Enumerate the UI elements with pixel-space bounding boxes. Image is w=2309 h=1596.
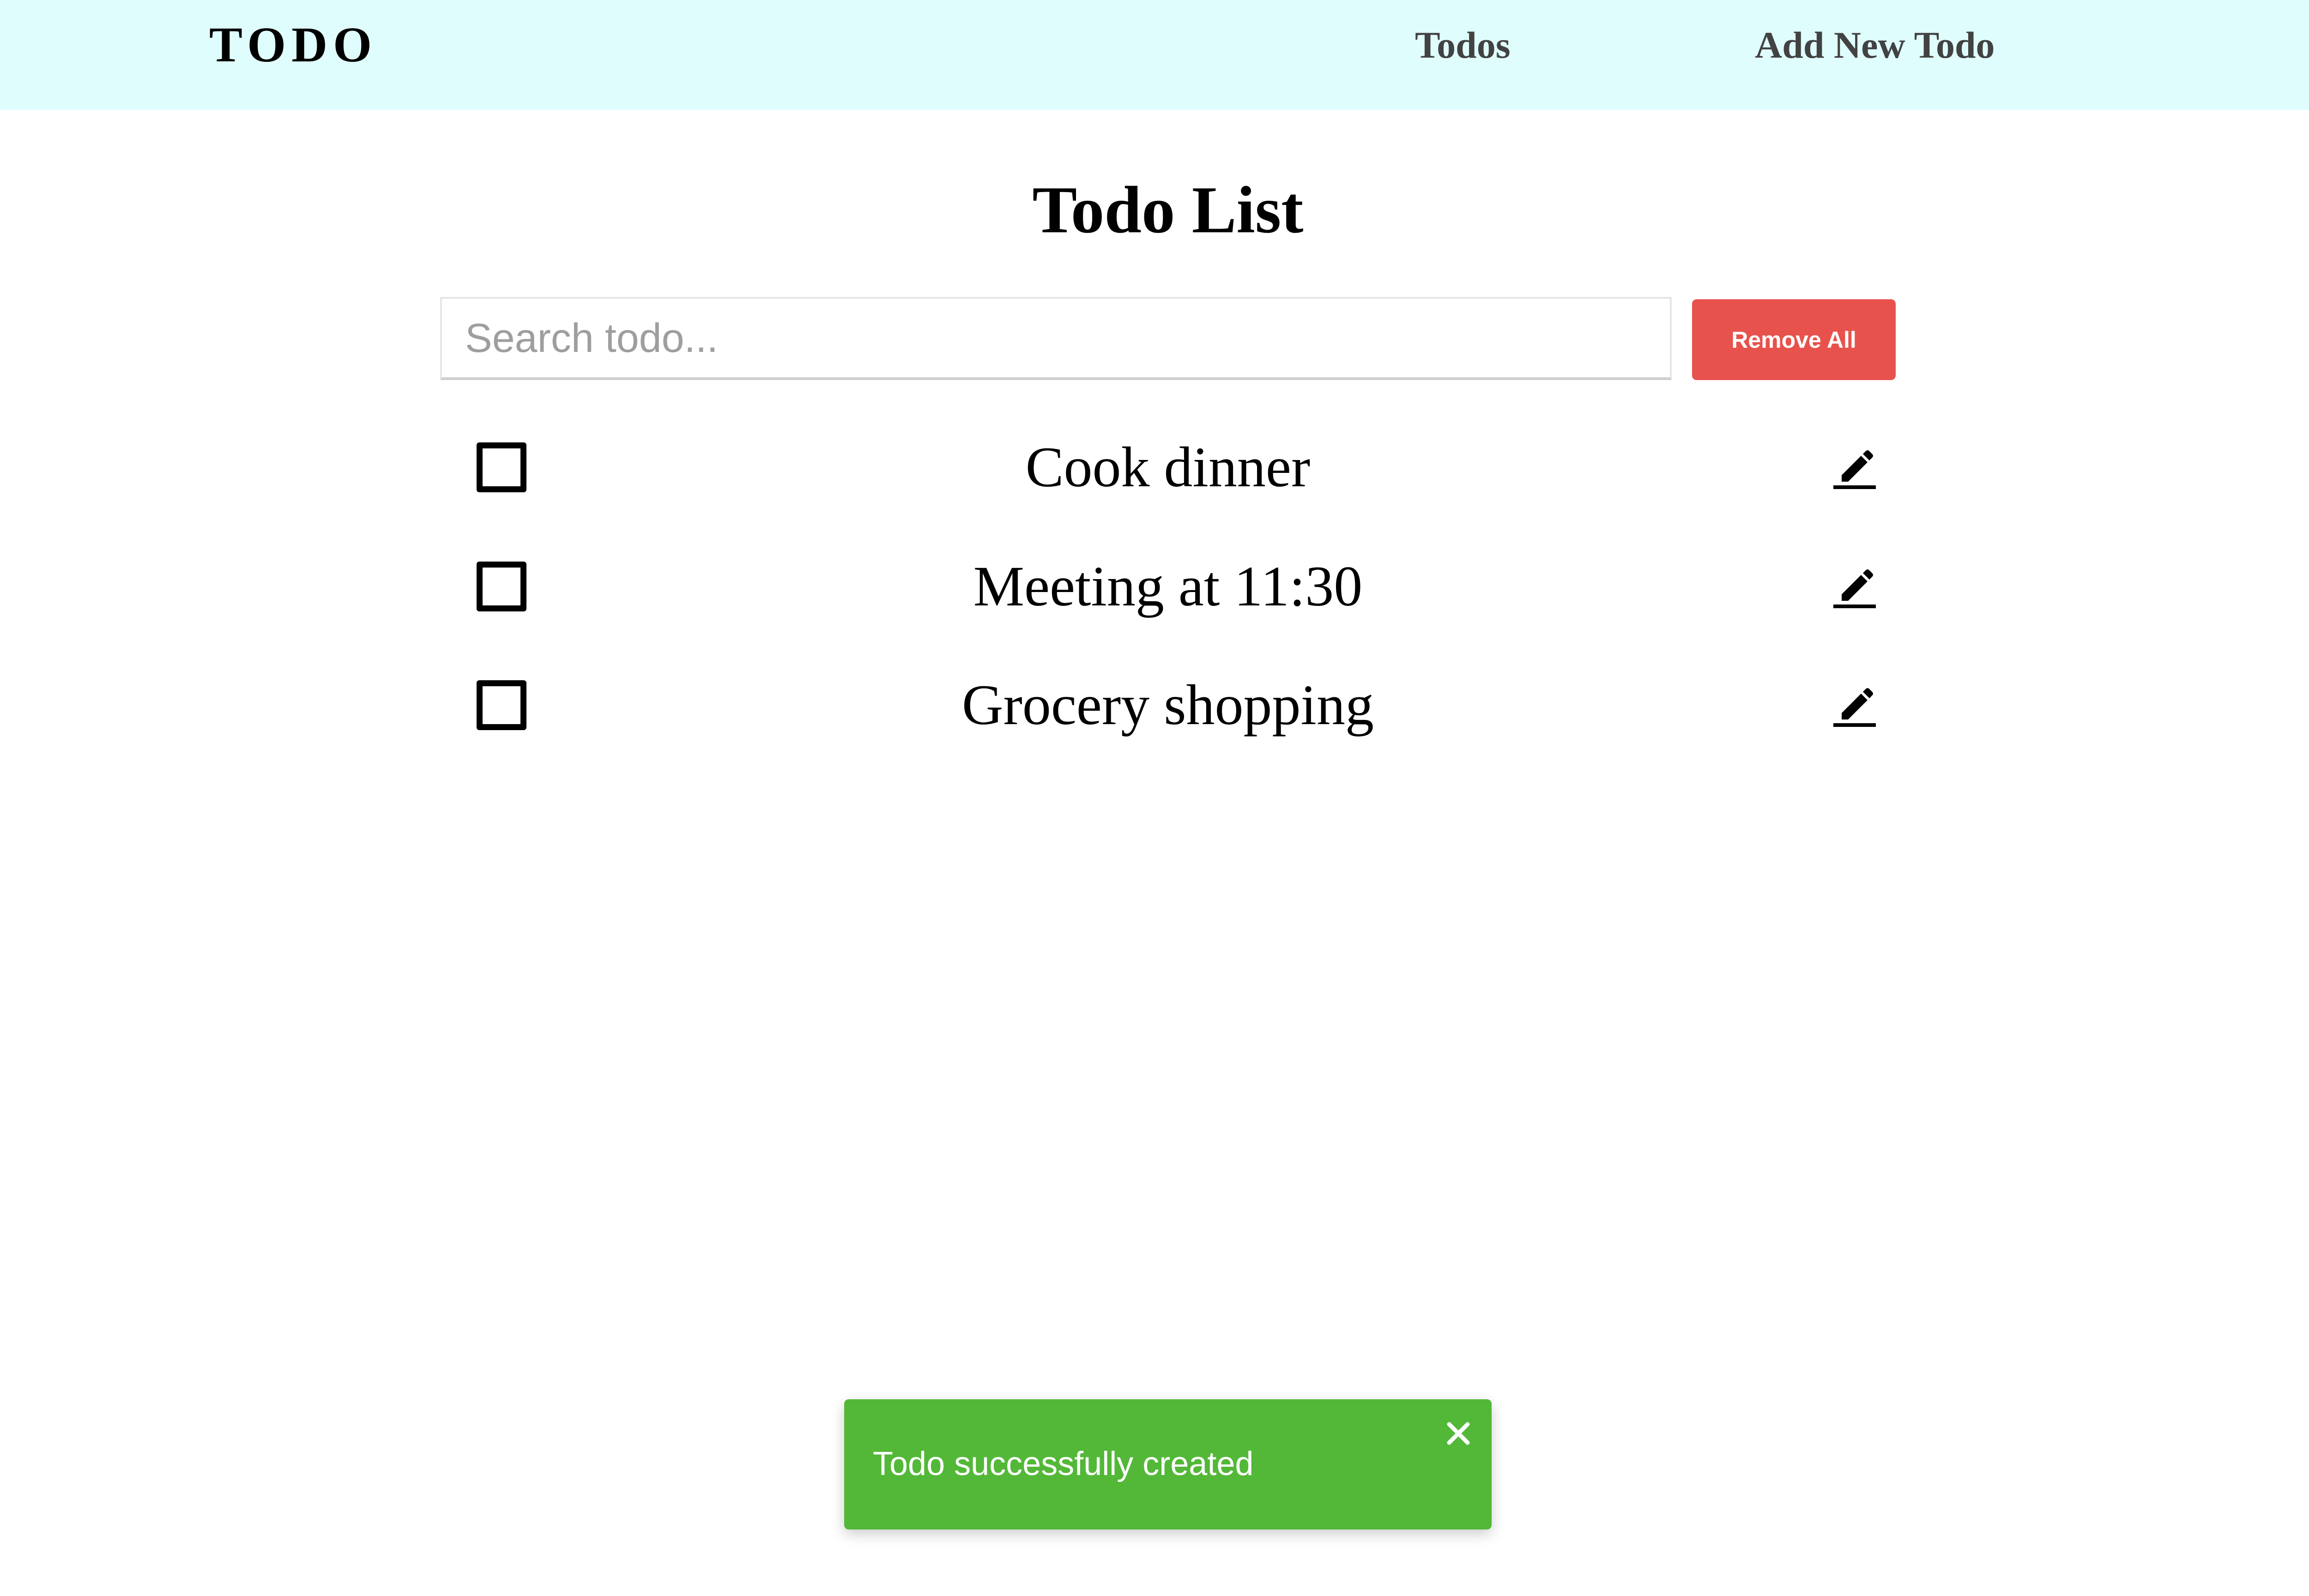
brand-logo[interactable]: TODO xyxy=(209,18,377,73)
edit-icon[interactable] xyxy=(1831,444,1878,490)
close-icon[interactable] xyxy=(1445,1420,1472,1447)
nav-link-add-new-todo[interactable]: Add New Todo xyxy=(1755,20,1995,71)
nav-link-todos[interactable]: Todos xyxy=(1415,20,1511,71)
todo-text: Cook dinner xyxy=(1025,435,1311,499)
todo-item: Meeting at 11:30 xyxy=(440,540,1896,633)
success-toast: Todo successfully created xyxy=(844,1399,1492,1530)
edit-icon[interactable] xyxy=(1831,563,1878,609)
todo-item: Grocery shopping xyxy=(440,659,1896,751)
todo-text: Grocery shopping xyxy=(962,673,1374,737)
remove-all-button[interactable]: Remove All xyxy=(1692,299,1896,380)
page-title: Todo List xyxy=(1032,173,1304,247)
edit-icon[interactable] xyxy=(1831,682,1878,728)
todo-text: Meeting at 11:30 xyxy=(973,555,1363,618)
toast-message: Todo successfully created xyxy=(873,1445,1254,1482)
navbar: TODO Todos Add New Todo xyxy=(0,0,2309,110)
search-input[interactable] xyxy=(440,297,1672,380)
todo-item: Cook dinner xyxy=(440,421,1896,514)
